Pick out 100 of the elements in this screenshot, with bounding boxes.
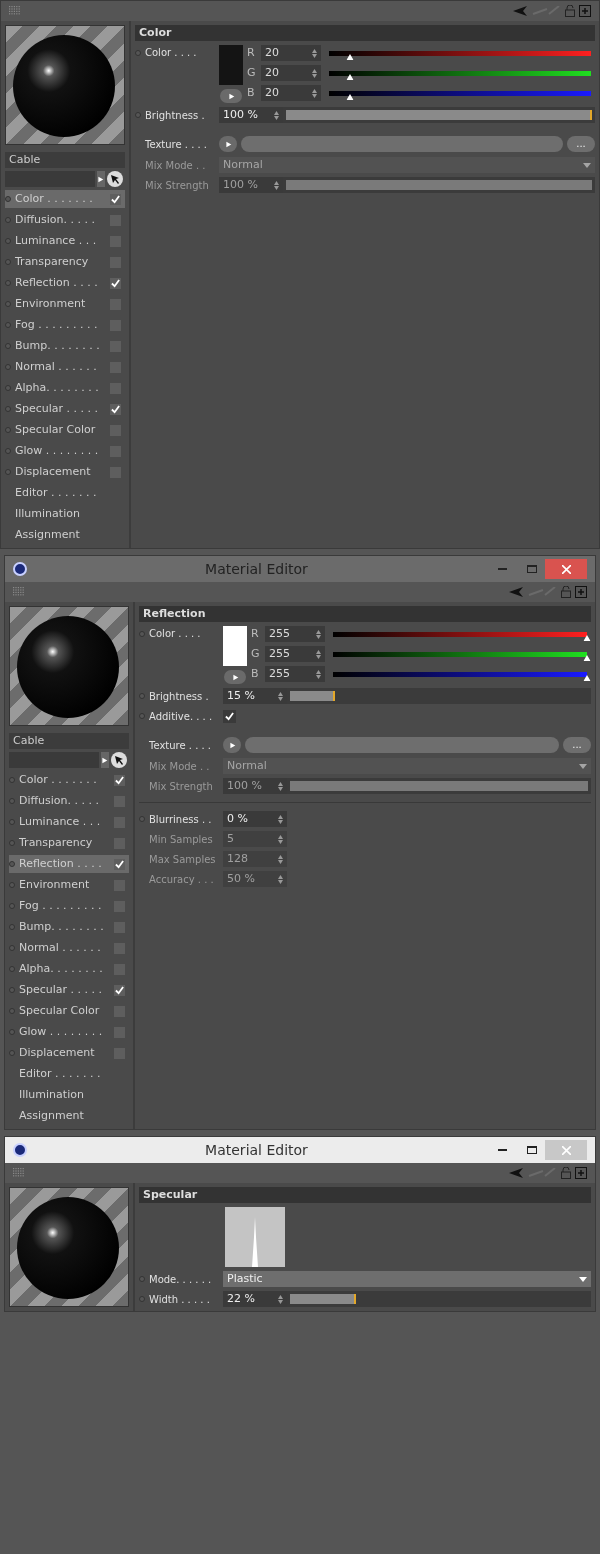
color-swatch[interactable] xyxy=(223,626,247,666)
browse-button[interactable]: ... xyxy=(563,737,591,753)
slider-thumb-icon[interactable] xyxy=(583,654,591,661)
new-window-icon[interactable] xyxy=(575,1167,587,1179)
channel-item[interactable]: Glow . . . . . . . . xyxy=(9,1023,129,1041)
spin-arrows-icon[interactable] xyxy=(312,88,317,98)
material-name-field[interactable]: Cable xyxy=(9,733,129,749)
cursor-icon[interactable] xyxy=(111,752,127,768)
maximize-icon[interactable] xyxy=(527,1146,537,1154)
texture-field[interactable] xyxy=(245,737,559,753)
channel-item[interactable]: Color . . . . . . . xyxy=(9,771,129,789)
spin-arrows-icon[interactable] xyxy=(316,629,321,639)
channel-item[interactable]: Diffusion. . . . . xyxy=(9,792,129,810)
spin-arrows-icon[interactable] xyxy=(278,781,283,791)
expand-button[interactable] xyxy=(97,171,105,187)
minimize-icon[interactable] xyxy=(498,1149,507,1151)
channel-item[interactable]: Bump. . . . . . . . xyxy=(5,337,125,355)
spin-arrows-icon[interactable] xyxy=(278,814,283,824)
spin-arrows-icon[interactable] xyxy=(316,649,321,659)
new-window-icon[interactable] xyxy=(575,586,587,598)
number-field[interactable]: 100 % xyxy=(219,107,283,123)
play-button[interactable] xyxy=(219,136,237,152)
number-field[interactable]: 20 xyxy=(261,65,321,81)
number-field[interactable]: 22 % xyxy=(223,1291,287,1307)
grip-icon[interactable] xyxy=(13,587,25,597)
channel-item[interactable]: Editor . . . . . . . xyxy=(5,484,125,502)
material-name-field[interactable]: Cable xyxy=(5,152,125,168)
channel-item[interactable]: Fog . . . . . . . . . xyxy=(9,897,129,915)
number-field[interactable]: 20 xyxy=(261,85,321,101)
channel-item[interactable]: Specular . . . . . xyxy=(5,400,125,418)
spin-arrows-icon[interactable] xyxy=(274,180,279,190)
channel-item[interactable]: Assignment xyxy=(9,1107,129,1125)
channel-item[interactable]: Displacement xyxy=(9,1044,129,1062)
spin-arrows-icon[interactable] xyxy=(274,110,279,120)
number-field[interactable]: 255 xyxy=(265,646,325,662)
channel-item[interactable]: Displacement xyxy=(5,463,125,481)
checkbox[interactable] xyxy=(223,709,236,723)
minimize-icon[interactable] xyxy=(498,568,507,570)
channel-item[interactable]: Illumination xyxy=(9,1086,129,1104)
texture-field[interactable] xyxy=(241,136,563,152)
channel-item[interactable]: Normal . . . . . . xyxy=(9,939,129,957)
spin-arrows-icon[interactable] xyxy=(312,48,317,58)
close-button[interactable] xyxy=(545,1140,587,1160)
play-button[interactable] xyxy=(220,89,242,103)
channel-item[interactable]: Color . . . . . . . xyxy=(5,190,125,208)
back-arrow-icon[interactable] xyxy=(509,587,523,597)
cursor-icon[interactable] xyxy=(107,171,123,187)
channel-item[interactable]: Reflection . . . . xyxy=(9,855,129,873)
back-arrow-icon[interactable] xyxy=(509,1168,523,1178)
play-button[interactable] xyxy=(224,670,246,684)
new-window-icon[interactable] xyxy=(579,5,591,17)
checkbox[interactable] xyxy=(110,277,121,289)
channel-item[interactable]: Specular . . . . . xyxy=(9,981,129,999)
close-button[interactable] xyxy=(545,559,587,579)
channel-item[interactable]: Luminance . . . xyxy=(9,813,129,831)
checkbox[interactable] xyxy=(114,984,125,996)
number-field[interactable]: 20 xyxy=(261,45,321,61)
slider-thumb-icon[interactable] xyxy=(346,53,354,60)
channel-item[interactable]: Transparency xyxy=(5,253,125,271)
back-arrow-icon[interactable] xyxy=(513,6,527,16)
channel-item[interactable]: Diffusion. . . . . xyxy=(5,211,125,229)
grip-icon[interactable] xyxy=(13,1168,25,1178)
spin-arrows-icon[interactable] xyxy=(312,68,317,78)
number-field[interactable]: 255 xyxy=(265,666,325,682)
spin-arrows-icon[interactable] xyxy=(278,874,283,884)
checkbox[interactable] xyxy=(114,774,125,786)
channel-item[interactable]: Editor . . . . . . . xyxy=(9,1065,129,1083)
channel-item[interactable]: Alpha. . . . . . . . xyxy=(9,960,129,978)
slider-thumb-icon[interactable] xyxy=(346,93,354,100)
checkbox[interactable] xyxy=(110,193,121,205)
play-button[interactable] xyxy=(223,737,241,753)
lock-icon[interactable] xyxy=(561,586,571,598)
spin-arrows-icon[interactable] xyxy=(278,691,283,701)
checkbox[interactable] xyxy=(114,858,125,870)
slider-thumb-icon[interactable] xyxy=(583,634,591,641)
spin-arrows-icon[interactable] xyxy=(316,669,321,679)
channel-item[interactable]: Environment xyxy=(9,876,129,894)
channel-item[interactable]: Glow . . . . . . . . xyxy=(5,442,125,460)
browse-button[interactable]: ... xyxy=(567,136,595,152)
channel-item[interactable]: Bump. . . . . . . . xyxy=(9,918,129,936)
channel-item[interactable]: Environment xyxy=(5,295,125,313)
checkbox[interactable] xyxy=(110,403,121,415)
channel-item[interactable]: Luminance . . . xyxy=(5,232,125,250)
channel-item[interactable]: Assignment xyxy=(5,526,125,544)
spin-arrows-icon[interactable] xyxy=(278,854,283,864)
number-field[interactable]: 255 xyxy=(265,626,325,642)
channel-item[interactable]: Normal . . . . . . xyxy=(5,358,125,376)
spin-arrows-icon[interactable] xyxy=(278,834,283,844)
dropdown[interactable]: Plastic xyxy=(223,1271,591,1287)
spin-arrows-icon[interactable] xyxy=(278,1294,283,1304)
channel-item[interactable]: Illumination xyxy=(5,505,125,523)
channel-item[interactable]: Specular Color xyxy=(5,421,125,439)
number-field[interactable]: 0 % xyxy=(223,811,287,827)
channel-item[interactable]: Fog . . . . . . . . . xyxy=(5,316,125,334)
channel-item[interactable]: Alpha. . . . . . . . xyxy=(5,379,125,397)
channel-item[interactable]: Transparency xyxy=(9,834,129,852)
grip-icon[interactable] xyxy=(9,6,21,16)
color-swatch[interactable] xyxy=(219,45,243,85)
number-field[interactable]: 15 % xyxy=(223,688,287,704)
slider-thumb-icon[interactable] xyxy=(583,674,591,681)
